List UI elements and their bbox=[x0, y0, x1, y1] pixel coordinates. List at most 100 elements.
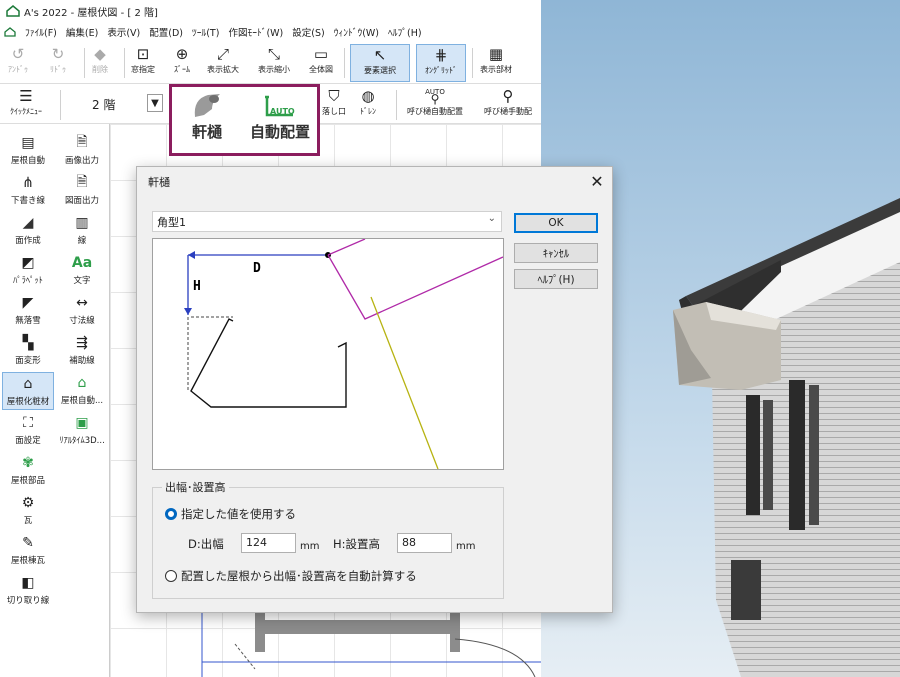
menu-tools[interactable]: ﾂｰﾙ(T) bbox=[192, 25, 219, 39]
menu-place[interactable]: 配置(D) bbox=[149, 25, 183, 39]
zoom-label: ｽﾞｰﾑ bbox=[174, 65, 190, 74]
auto-place-label: 自動配置 bbox=[249, 123, 310, 141]
drop-outlet-label: 落し口 bbox=[322, 107, 346, 116]
sidebar-item-parapet[interactable]: ◩ ﾊﾟﾗﾍﾟｯﾄ bbox=[2, 252, 54, 290]
toolbar-divider bbox=[396, 90, 397, 120]
sidebar-label: 瓦 bbox=[23, 516, 33, 526]
eave-gutter-dialog: 軒樋 ✕ 角型1 ⌄ OK ｷｬﾝｾﾙ ﾍﾙﾌﾟ(H) D H 出幅･設置高 指… bbox=[136, 166, 613, 613]
zoom-out-button[interactable]: ⤡ 表示縮小 bbox=[258, 44, 290, 82]
h-height-field[interactable]: 88 bbox=[397, 533, 452, 553]
ok-button[interactable]: OK bbox=[514, 213, 598, 233]
app-logo-icon bbox=[6, 5, 20, 17]
sidebar-item-face-setting[interactable]: ⛶ 面設定 bbox=[2, 412, 54, 450]
select-element-button[interactable]: ↖ 要素選択 bbox=[350, 44, 410, 82]
help-button[interactable]: ﾍﾙﾌﾟ(H) bbox=[514, 269, 598, 289]
sidebar-item-line[interactable]: ▥ 線 bbox=[56, 212, 108, 250]
roof-trim-icon: ⌂ bbox=[23, 376, 33, 392]
zoom-window-button[interactable]: ⊡ 窓指定 bbox=[131, 44, 155, 82]
show-parts-label: 表示部材 bbox=[480, 65, 512, 74]
line-icon: ▥ bbox=[75, 215, 89, 231]
sidebar-item-cut-line[interactable]: ◧ 切り取り線 bbox=[2, 572, 54, 610]
auto-tag-label: AUTO bbox=[270, 107, 295, 116]
downpipe-auto-icon: AUTO ⚲ bbox=[425, 88, 445, 106]
ongrid-button[interactable]: ⋕ ｵﾝｸﾞﾘｯﾄﾞ bbox=[416, 44, 466, 82]
parts-icon: ▦ bbox=[488, 45, 504, 63]
toolbar-divider bbox=[344, 48, 345, 78]
sidebar-item-ridge-tile[interactable]: ✎ 屋根棟瓦 bbox=[2, 532, 54, 570]
radio-auto-calc[interactable]: 配置した屋根から出幅･設置高を自動計算する bbox=[165, 568, 417, 584]
sidebar-item-tile[interactable]: ⚙ 瓦 bbox=[2, 492, 54, 530]
menu-view[interactable]: 表示(V) bbox=[107, 25, 140, 39]
radio-unchecked-icon bbox=[165, 570, 177, 582]
sidebar-item-face-deform[interactable]: ▚ 面変形 bbox=[2, 332, 54, 370]
menu-window[interactable]: ｳｨﾝﾄﾞｳ(W) bbox=[334, 25, 379, 39]
grid-icon: ⋕ bbox=[434, 46, 448, 64]
roof-parts-icon: ✾ bbox=[22, 455, 34, 471]
show-parts-button[interactable]: ▦ 表示部材 bbox=[480, 44, 512, 82]
sidebar-item-image-output[interactable]: 🗎 画像出力 bbox=[56, 132, 108, 170]
dialog-title: 軒樋 bbox=[148, 176, 170, 189]
sidebar-label: 寸法線 bbox=[69, 316, 95, 326]
eraser-icon: ◆ bbox=[94, 45, 106, 63]
sidebar-item-roof-auto[interactable]: ▤ 屋根自動 bbox=[2, 132, 54, 170]
undo-icon: ↺ bbox=[11, 45, 25, 63]
d-unit-label: mm bbox=[300, 541, 320, 552]
left-tool-palette: ▤ 屋根自動 🗎 画像出力 ⋔ 下書き線 🗎 図面出力 ◢ 面作成 ▥ 線 ◩ ﾊﾟﾗﾍﾟｯﾄ… bbox=[0, 124, 110, 677]
zoom-window-label: 窓指定 bbox=[131, 65, 155, 74]
sidebar-label: 切り取り線 bbox=[6, 596, 50, 606]
chevron-down-icon: ⌄ bbox=[487, 213, 496, 224]
radio-use-specified[interactable]: 指定した値を使用する bbox=[165, 506, 296, 522]
main-toolbar: ↺ ｱﾝﾄﾞｩ ↻ ﾘﾄﾞｩ ◆ 削除 ⊡ 窓指定 ⊕ ｽﾞｰﾑ ⤢ 表示拡大 ⤡ 表示縮小 … bbox=[0, 42, 541, 84]
downpipe-auto-button[interactable]: AUTO ⚲ 呼び樋自動配置 bbox=[407, 86, 463, 124]
sidebar-item-dimension-line[interactable]: ↔ 寸法線 bbox=[56, 292, 108, 330]
sidebar-label: 屋根部品 bbox=[10, 476, 45, 486]
d-width-field[interactable]: 124 bbox=[241, 533, 296, 553]
sidebar-item-draft-line[interactable]: ⋔ 下書き線 bbox=[2, 172, 54, 210]
drain-button[interactable]: ◍ ﾄﾞﾚﾝ bbox=[358, 86, 378, 124]
menu-file[interactable]: ﾌｧｲﾙ(F) bbox=[25, 25, 57, 39]
floor-dropdown-arrow-icon[interactable]: ▼ bbox=[147, 94, 163, 112]
menu-settings[interactable]: 設定(S) bbox=[292, 25, 324, 39]
redo-button[interactable]: ↻ ﾘﾄﾞｩ bbox=[48, 44, 68, 82]
menu-help[interactable]: ﾍﾙﾌﾟ(H) bbox=[388, 25, 422, 39]
cursor-arrow-icon: ↖ bbox=[373, 46, 387, 64]
sidebar-item-no-snow-fall[interactable]: ◤ 無落雪 bbox=[2, 292, 54, 330]
downpipe-manual-button[interactable]: ⚲ 呼び樋手動配 bbox=[484, 86, 532, 124]
sidebar-item-aux-line[interactable]: ⇶ 補助線 bbox=[56, 332, 108, 370]
gutter-type-select[interactable]: 角型1 ⌄ bbox=[152, 211, 502, 232]
drop-outlet-button[interactable]: ⛉ 落し口 bbox=[322, 86, 346, 124]
menu-edit[interactable]: 編集(E) bbox=[66, 25, 98, 39]
auto-place-tool-button[interactable]: AUTO 自動配置 bbox=[244, 93, 316, 142]
sidebar-item-roof-trim[interactable]: ⌂ 屋根化粧材 bbox=[2, 372, 54, 410]
cancel-button[interactable]: ｷｬﾝｾﾙ bbox=[514, 243, 598, 263]
sidebar-label: ﾘｱﾙﾀｲﾑ3D... bbox=[59, 436, 105, 446]
menu-bar: ﾌｧｲﾙ(F) 編集(E) 表示(V) 配置(D) ﾂｰﾙ(T) 作図ﾓｰﾄﾞ(… bbox=[0, 22, 541, 42]
sidebar-item-face-create[interactable]: ◢ 面作成 bbox=[2, 212, 54, 250]
zoom-icon: ⊕ bbox=[175, 45, 189, 63]
menu-draw-mode[interactable]: 作図ﾓｰﾄﾞ(W) bbox=[228, 25, 283, 39]
app-menu-icon[interactable] bbox=[4, 27, 16, 37]
sidebar-item-text[interactable]: Aa 文字 bbox=[56, 252, 108, 290]
h-unit-label: mm bbox=[456, 541, 476, 552]
quick-menu-button[interactable]: ☰ ｸｲｯｸﾒﾆｭｰ bbox=[10, 86, 42, 124]
radio-checked-icon bbox=[165, 508, 177, 520]
toolbar-divider bbox=[472, 48, 473, 78]
draft-line-icon: ⋔ bbox=[22, 175, 34, 191]
sidebar-item-roof-auto-2[interactable]: ⌂ 屋根自動... bbox=[56, 372, 108, 410]
sidebar-label: 補助線 bbox=[69, 356, 95, 366]
sidebar-label: 屋根化粧材 bbox=[6, 397, 50, 407]
undo-button[interactable]: ↺ ｱﾝﾄﾞｩ bbox=[8, 44, 28, 82]
sidebar-item-drawing-output[interactable]: 🗎 図面出力 bbox=[56, 172, 108, 210]
zoom-in-button[interactable]: ⤢ 表示拡大 bbox=[207, 44, 239, 82]
eave-gutter-tool-button[interactable]: 軒樋 bbox=[182, 91, 232, 142]
sidebar-item-realtime-3d[interactable]: ▣ ﾘｱﾙﾀｲﾑ3D... bbox=[56, 412, 108, 450]
sidebar-item-roof-parts[interactable]: ✾ 屋根部品 bbox=[2, 452, 54, 490]
zoom-button[interactable]: ⊕ ｽﾞｰﾑ bbox=[172, 44, 192, 82]
delete-button[interactable]: ◆ 削除 bbox=[90, 44, 110, 82]
fit-all-button[interactable]: ▭ 全体図 bbox=[309, 44, 333, 82]
drawing-output-icon: 🗎 bbox=[76, 174, 88, 190]
close-icon[interactable]: ✕ bbox=[582, 167, 612, 195]
ridge-tile-icon: ✎ bbox=[22, 535, 34, 551]
floor-select[interactable]: 2 階 bbox=[92, 96, 115, 113]
shrink-icon: ⤡ bbox=[267, 45, 280, 63]
